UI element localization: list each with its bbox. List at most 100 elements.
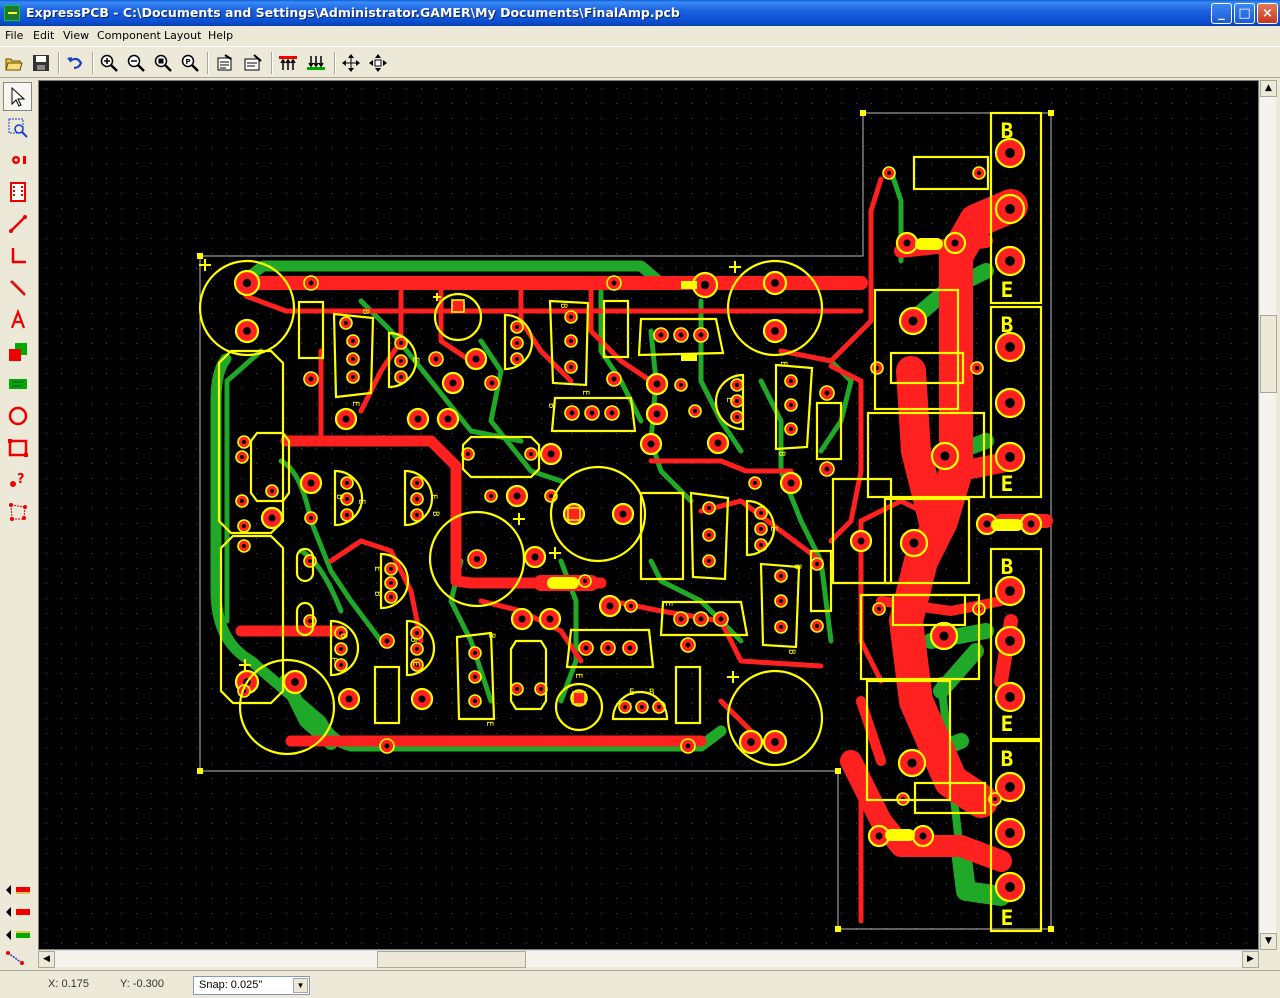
cursor-x-readout: X: 0.175 (48, 978, 89, 990)
zoom-out-icon[interactable] (124, 51, 148, 75)
vertical-scrollbar[interactable]: ▲ ▼ (1259, 80, 1277, 950)
pad-hole (488, 493, 494, 499)
rectangle-icon[interactable] (3, 433, 32, 462)
svg-text:?: ? (17, 472, 25, 487)
top-layer-icon[interactable] (276, 51, 300, 75)
scroll-right-button[interactable]: ▶ (1242, 951, 1259, 968)
circle-icon[interactable] (3, 401, 32, 430)
scroll-up-button[interactable]: ▲ (1260, 80, 1277, 97)
zoom-select-icon[interactable] (3, 113, 32, 142)
horizontal-scrollbar[interactable]: ◀ ▶ (38, 950, 1259, 968)
maximize-button[interactable]: □ (1234, 3, 1255, 24)
vertical-scroll-thumb[interactable] (1260, 315, 1277, 393)
pad-hole (1005, 828, 1015, 838)
pad-hole (752, 480, 758, 486)
pad-hole (983, 520, 991, 528)
pad-hole (269, 488, 275, 494)
place-pad-icon[interactable] (3, 145, 32, 174)
pin-label: B (786, 649, 796, 654)
zoom-window-icon[interactable] (151, 51, 175, 75)
pad-hole (706, 505, 712, 511)
open-icon[interactable] (2, 51, 26, 75)
snap-value: Snap: 0.025" (199, 979, 263, 991)
menu-view[interactable]: View (63, 29, 89, 42)
pad-hole (1005, 256, 1015, 266)
minimize-button[interactable]: _ (1211, 3, 1232, 24)
copper-area-icon[interactable] (3, 369, 32, 398)
pad-hole (472, 674, 478, 680)
connector-pin-label: E (1001, 712, 1014, 736)
query-pad-icon[interactable]: ? (3, 465, 32, 494)
zoom-fit-icon[interactable]: P (178, 51, 202, 75)
ratsnest-icon[interactable] (3, 273, 32, 302)
pad-hole (606, 602, 614, 610)
pad-hole (307, 618, 313, 624)
chevron-down-icon[interactable]: ▼ (293, 978, 308, 993)
corner-trace-icon[interactable] (3, 241, 32, 270)
pad-hole (514, 340, 520, 346)
pad-hole (344, 480, 350, 486)
silkscreen-toggle[interactable] (3, 925, 33, 945)
status-bar: X: 0.175 Y: -0.300 Snap: 0.025" ▼ (0, 970, 1280, 998)
pad-hole (514, 324, 520, 330)
pcb-canvas[interactable]: BEBEBEBEBEEBEEBEBBEEBEBEBEBEBEBBEBEE (38, 80, 1259, 950)
pin-label: B (558, 303, 568, 308)
netlist-icon[interactable] (3, 497, 32, 526)
pad-hole (939, 631, 949, 641)
pad-hole (658, 332, 664, 338)
zoom-in-icon[interactable] (97, 51, 121, 75)
close-button[interactable]: × (1257, 3, 1278, 24)
component-properties-icon[interactable] (241, 51, 265, 75)
square-pad[interactable] (451, 299, 465, 313)
undo-icon[interactable] (63, 51, 87, 75)
pin-label: E (663, 601, 673, 606)
scroll-left-button[interactable]: ◀ (38, 951, 55, 968)
bottom-layer-toggle[interactable] (3, 902, 33, 922)
pad-hole (398, 374, 404, 380)
bottom-layer-icon[interactable] (304, 51, 328, 75)
pad-hole (414, 630, 420, 636)
pad-hole (472, 698, 478, 704)
pad-hole (628, 603, 634, 609)
pad-hole (350, 338, 356, 344)
menu-help[interactable]: Help (208, 29, 233, 42)
place-component-icon[interactable] (3, 177, 32, 206)
pad-hole (241, 523, 247, 529)
menu-file[interactable]: File (5, 29, 23, 42)
pad-hole (384, 638, 390, 644)
pad-hole (734, 382, 740, 388)
menu-layout[interactable]: Layout (164, 29, 201, 42)
connector-pin-label: E (1001, 472, 1014, 496)
move-icon[interactable] (366, 51, 390, 75)
pad-hole (951, 239, 959, 247)
select-arrow-icon[interactable] (3, 82, 32, 111)
pad-hole (384, 743, 390, 749)
square-pad[interactable] (572, 691, 586, 705)
text-icon[interactable] (3, 305, 32, 334)
pad-hole (1005, 204, 1015, 214)
pad-hole (514, 686, 520, 692)
pad-hole (388, 594, 394, 600)
pan-icon[interactable] (339, 51, 363, 75)
pad-hole (647, 440, 655, 448)
save-icon[interactable] (29, 51, 53, 75)
horizontal-scroll-thumb[interactable] (377, 951, 526, 968)
ratsnest-toggle[interactable] (3, 948, 33, 968)
scroll-down-button[interactable]: ▼ (1260, 933, 1277, 950)
pad-hole (992, 796, 998, 802)
trace-icon[interactable] (3, 209, 32, 238)
square-pad[interactable] (567, 507, 581, 521)
fill-plane-icon[interactable] (3, 337, 32, 366)
pad-hole (513, 492, 521, 500)
pad-hole (758, 526, 764, 532)
pad-hole (414, 415, 422, 423)
snap-select[interactable]: Snap: 0.025" ▼ (193, 976, 310, 995)
properties-icon[interactable] (213, 51, 237, 75)
pad-hole (605, 645, 611, 651)
menu-edit[interactable]: Edit (33, 29, 54, 42)
pad-hole (903, 239, 911, 247)
pad-hole (414, 512, 420, 518)
pad-hole (857, 537, 865, 545)
menu-component[interactable]: Component (97, 29, 161, 42)
top-layer-toggle[interactable] (3, 880, 33, 900)
